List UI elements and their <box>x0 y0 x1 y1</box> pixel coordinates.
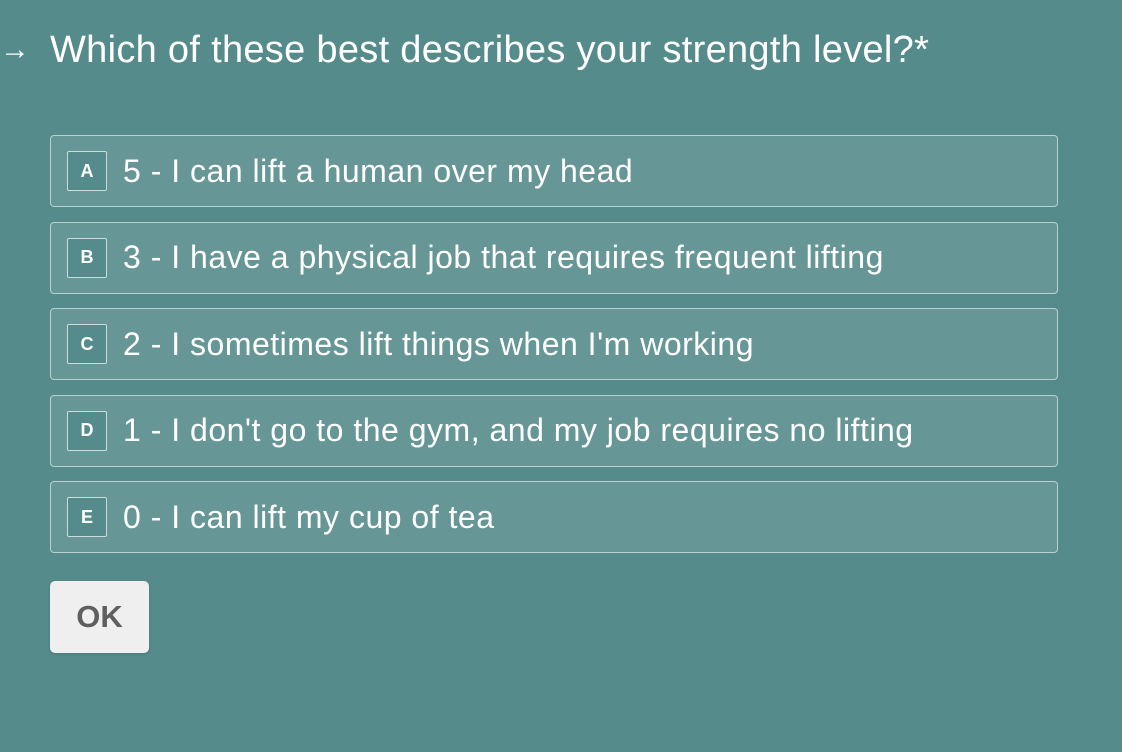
option-label-b: 3 - I have a physical job that requires … <box>123 239 884 275</box>
option-c[interactable]: C 2 - I sometimes lift things when I'm w… <box>50 308 1058 380</box>
answer-options: A 5 - I can lift a human over my head B … <box>50 135 1058 568</box>
option-key-d: D <box>67 410 107 451</box>
option-label-c: 2 - I sometimes lift things when I'm wor… <box>123 325 754 362</box>
option-label-a: 5 - I can lift a human over my head <box>123 152 634 189</box>
arrow-right-icon: → <box>0 33 31 66</box>
option-key-a: A <box>67 151 107 191</box>
option-label-e: 0 - I can lift my cup of tea <box>123 498 495 535</box>
option-a[interactable]: A 5 - I can lift a human over my head <box>50 135 1058 207</box>
option-key-e: E <box>67 497 107 537</box>
option-b[interactable]: B 3 - I have a physical job that require… <box>50 221 1058 294</box>
ok-button[interactable]: OK <box>50 581 149 653</box>
question-text: Which of these best describes your stren… <box>50 28 915 71</box>
option-key-b: B <box>67 237 107 278</box>
option-d[interactable]: D 1 - I don't go to the gym, and my job … <box>50 394 1058 467</box>
option-key-c: C <box>67 324 107 364</box>
required-marker: * <box>914 28 930 71</box>
option-label-d: 1 - I don't go to the gym, and my job re… <box>123 412 914 448</box>
question-heading: → Which of these best describes your str… <box>0 24 929 76</box>
option-e[interactable]: E 0 - I can lift my cup of tea <box>50 481 1058 553</box>
